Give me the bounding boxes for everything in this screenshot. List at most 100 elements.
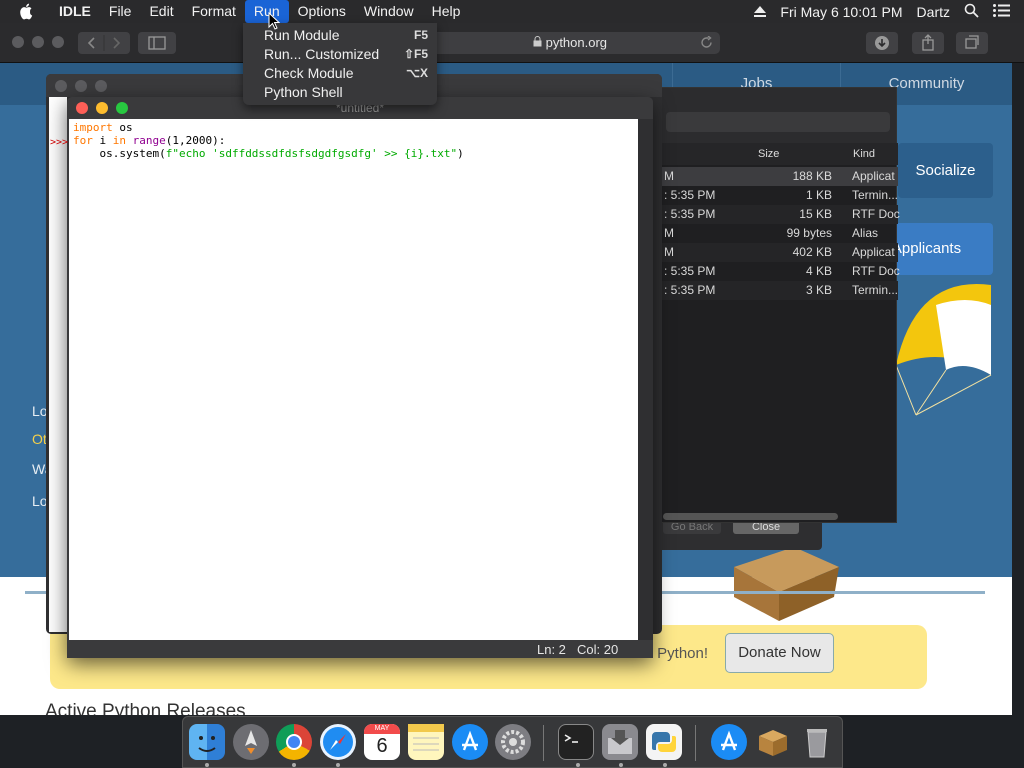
safari-icon[interactable] xyxy=(320,724,356,760)
socialize-button[interactable]: Socialize xyxy=(898,143,993,198)
system-preferences-icon[interactable] xyxy=(495,724,531,760)
menu-item-label: Python Shell xyxy=(264,84,343,100)
file-row[interactable]: M 188 KB Applicat xyxy=(646,167,898,186)
menu-help[interactable]: Help xyxy=(423,0,470,23)
terminal-icon[interactable] xyxy=(558,724,594,760)
mouse-pointer-icon xyxy=(268,12,280,30)
file-row[interactable]: : 5:35 PM 4 KB RTF Doc xyxy=(646,262,900,281)
calendar-icon[interactable]: MAY 6 xyxy=(364,724,400,760)
reload-icon[interactable] xyxy=(700,35,713,52)
menu-edit[interactable]: Edit xyxy=(140,0,182,23)
menu-options[interactable]: Options xyxy=(289,0,355,23)
window-close-button[interactable] xyxy=(12,36,24,48)
code-token: os xyxy=(112,121,133,134)
file-kind: Termin... xyxy=(852,188,899,202)
menu-item-python-shell[interactable]: Python Shell xyxy=(243,83,437,102)
eject-icon[interactable] xyxy=(754,4,767,20)
left-link[interactable]: Ot xyxy=(32,431,47,447)
share-icon[interactable] xyxy=(912,32,944,54)
notification-center-icon[interactable] xyxy=(993,3,1010,20)
code-line: for i in range(1,2000): xyxy=(73,134,634,147)
clock[interactable]: Fri May 6 10:01 PM xyxy=(780,4,902,20)
code-editor[interactable]: import os for i in range(1,2000): os.syst… xyxy=(69,119,638,640)
archive-utility-icon[interactable] xyxy=(755,724,791,760)
donate-now-button[interactable]: Donate Now xyxy=(725,633,834,673)
address-bar[interactable]: python.org xyxy=(420,32,720,54)
keyword-token: for xyxy=(73,134,93,147)
code-token: i xyxy=(92,134,113,147)
active-releases-heading: Active Python Releases xyxy=(45,701,246,715)
menu-run[interactable]: Run xyxy=(244,0,289,23)
python-launcher-icon[interactable] xyxy=(646,724,682,760)
file-kind: Alias xyxy=(852,226,879,240)
shell-close-button[interactable] xyxy=(55,80,67,92)
idle-editor-window: *untitled* import os for i in range(1,200… xyxy=(67,97,653,658)
sidebar-toggle-icon[interactable] xyxy=(138,32,176,54)
back-forward-buttons[interactable] xyxy=(78,32,130,54)
file-size: 402 KB xyxy=(792,245,832,259)
file-date: M xyxy=(664,245,674,259)
file-row[interactable]: M 402 KB Applicat xyxy=(646,243,898,262)
shell-minimize-button[interactable] xyxy=(75,80,87,92)
downloads-icon[interactable] xyxy=(866,32,898,54)
code-token: os.system( xyxy=(73,147,166,160)
horizontal-scrollbar[interactable] xyxy=(663,513,838,520)
column-kind[interactable]: Kind xyxy=(853,148,875,160)
trash-icon[interactable] xyxy=(799,724,835,760)
running-indicator xyxy=(619,763,623,767)
file-size: 99 bytes xyxy=(786,226,832,240)
user-name[interactable]: Dartz xyxy=(917,4,950,20)
finder-toolbar xyxy=(646,88,896,143)
launchpad-icon[interactable] xyxy=(233,724,269,760)
file-row[interactable]: : 5:35 PM 3 KB Termin... xyxy=(646,281,898,300)
disk-utility-icon[interactable] xyxy=(602,724,638,760)
editor-close-button[interactable] xyxy=(76,102,88,114)
file-kind: Applicat xyxy=(852,169,895,183)
file-row[interactable]: : 5:35 PM 1 KB Termin... xyxy=(646,186,898,205)
file-date: M xyxy=(664,169,674,183)
menu-item-shortcut: ⇧F5 xyxy=(403,47,428,61)
menu-app-idle[interactable]: IDLE xyxy=(50,0,100,23)
file-kind: Termin... xyxy=(852,283,899,297)
notes-icon[interactable] xyxy=(408,724,444,760)
window-minimize-button[interactable] xyxy=(32,36,44,48)
file-size: 3 KB xyxy=(805,283,832,297)
file-size: 188 KB xyxy=(792,169,832,183)
menu-format[interactable]: Format xyxy=(183,0,245,23)
menu-bar: IDLE File Edit Format Run Options Window… xyxy=(0,0,1024,23)
running-indicator xyxy=(292,763,296,767)
menu-item-check-module[interactable]: Check Module ⌥X xyxy=(243,64,437,83)
shell-zoom-button[interactable] xyxy=(95,80,107,92)
file-kind: RTF Doc xyxy=(852,264,900,278)
window-zoom-button[interactable] xyxy=(52,36,64,48)
editor-minimize-button[interactable] xyxy=(96,102,108,114)
code-token: ) xyxy=(457,147,464,160)
browser-toolbar: python.org xyxy=(0,23,1024,63)
shell-text-area[interactable] xyxy=(49,97,67,632)
editor-zoom-button[interactable] xyxy=(116,102,128,114)
apple-icon[interactable] xyxy=(18,3,36,21)
menu-window[interactable]: Window xyxy=(355,0,423,23)
tabs-overview-icon[interactable] xyxy=(956,32,988,54)
column-size[interactable]: Size xyxy=(758,148,779,160)
file-size: 1 KB xyxy=(805,188,832,202)
package-box-illustration xyxy=(734,547,839,621)
file-date: : 5:35 PM xyxy=(664,283,716,297)
lock-icon xyxy=(533,35,546,50)
menu-item-run-customized[interactable]: Run... Customized ⇧F5 xyxy=(243,45,437,64)
chrome-icon[interactable] xyxy=(276,724,312,760)
editor-status-bar: Ln: 2 Col: 20 xyxy=(67,640,653,658)
finder-search-field[interactable] xyxy=(666,112,890,132)
file-row[interactable]: M 99 bytes Alias xyxy=(646,224,898,243)
vertical-scrollbar[interactable] xyxy=(638,119,653,640)
menu-file[interactable]: File xyxy=(100,0,141,23)
code-token: (1,2000): xyxy=(165,134,226,147)
finder-column-headers: Size Kind xyxy=(646,143,898,165)
dock-separator xyxy=(695,725,696,761)
app-store-folder-icon[interactable] xyxy=(711,724,747,760)
file-row[interactable]: : 5:35 PM 15 KB RTF Doc xyxy=(646,205,900,224)
spotlight-search-icon[interactable] xyxy=(964,3,979,21)
app-store-icon[interactable] xyxy=(452,724,488,760)
finder-icon[interactable] xyxy=(189,724,225,760)
